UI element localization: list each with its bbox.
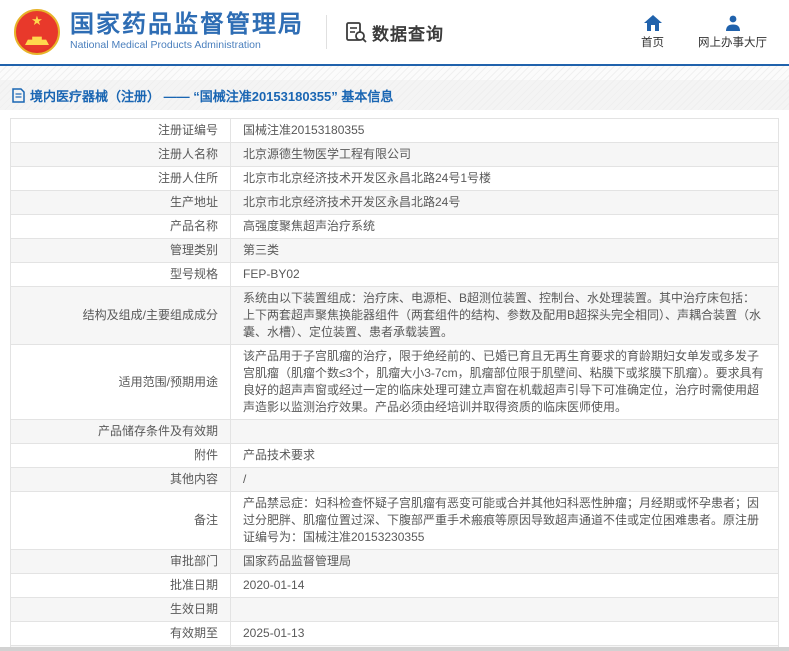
- emblem-gate-icon: [25, 33, 49, 45]
- table-row: 批准日期2020-01-14: [11, 574, 779, 598]
- header-right-nav: 首页 网上办事大厅: [641, 15, 775, 50]
- data-query-label: 数据查询: [372, 20, 444, 45]
- breadcrumb-text: 境内医疗器械（注册） —— “国械注准20153180355” 基本信息: [30, 86, 393, 105]
- online-hall-label: 网上办事大厅: [698, 34, 767, 50]
- field-label: 有效期至: [11, 622, 231, 646]
- header-divider: [326, 15, 327, 49]
- field-label: 适用范围/预期用途: [11, 345, 231, 420]
- field-value: 北京市北京经济技术开发区永昌北路24号: [231, 191, 779, 215]
- field-value: 国械注准20153180355: [231, 119, 779, 143]
- table-row: 备注产品禁忌症：妇科检查怀疑子宫肌瘤有恶变可能或合并其他妇科恶性肿瘤；月经期或怀…: [11, 492, 779, 550]
- breadcrumb: 境内医疗器械（注册） —— “国械注准20153180355” 基本信息: [0, 80, 789, 110]
- field-value: [231, 420, 779, 444]
- table-row: 生效日期: [11, 598, 779, 622]
- field-value: 国家药品监督管理局: [231, 550, 779, 574]
- field-label: 注册证编号: [11, 119, 231, 143]
- field-label: 注册人名称: [11, 143, 231, 167]
- data-query-nav[interactable]: 数据查询: [345, 20, 444, 45]
- field-label: 产品名称: [11, 215, 231, 239]
- org-name-zh: 国家药品监督管理局: [70, 12, 304, 38]
- table-row: 注册人住所北京市北京经济技术开发区永昌北路24号1号楼: [11, 167, 779, 191]
- field-value: 北京源德生物医学工程有限公司: [231, 143, 779, 167]
- table-row: 产品名称高强度聚焦超声治疗系统: [11, 215, 779, 239]
- data-query-icon: [345, 21, 367, 43]
- field-label: 产品储存条件及有效期: [11, 420, 231, 444]
- field-value: 产品技术要求: [231, 444, 779, 468]
- field-value: [231, 598, 779, 622]
- field-value: 北京市北京经济技术开发区永昌北路24号1号楼: [231, 167, 779, 191]
- field-label: 注册人住所: [11, 167, 231, 191]
- main-content: 注册证编号国械注准20153180355注册人名称北京源德生物医学工程有限公司注…: [0, 110, 789, 651]
- table-row: 附件产品技术要求: [11, 444, 779, 468]
- table-row: 管理类别第三类: [11, 239, 779, 263]
- table-row: 结构及组成/主要组成成分系统由以下装置组成：治疗床、电源柜、B超测位装置、控制台…: [11, 287, 779, 345]
- table-row: 生产地址北京市北京经济技术开发区永昌北路24号: [11, 191, 779, 215]
- field-label: 型号规格: [11, 263, 231, 287]
- online-hall-nav[interactable]: 网上办事大厅: [698, 15, 767, 50]
- org-title-block: 国家药品监督管理局 National Medical Products Admi…: [70, 12, 304, 52]
- field-value: 该产品用于子宫肌瘤的治疗，限于绝经前的、已婚已育且无再生育要求的育龄期妇女单发或…: [231, 345, 779, 420]
- field-label: 批准日期: [11, 574, 231, 598]
- home-nav[interactable]: 首页: [641, 15, 664, 50]
- table-row: 有效期至2025-01-13: [11, 622, 779, 646]
- field-value: 第三类: [231, 239, 779, 263]
- field-label: 生效日期: [11, 598, 231, 622]
- table-row: 适用范围/预期用途该产品用于子宫肌瘤的治疗，限于绝经前的、已婚已育且无再生育要求…: [11, 345, 779, 420]
- home-label: 首页: [641, 34, 664, 50]
- page-header: ★ 国家药品监督管理局 National Medical Products Ad…: [0, 0, 789, 66]
- table-row: 注册人名称北京源德生物医学工程有限公司: [11, 143, 779, 167]
- home-icon: [644, 15, 662, 31]
- field-label: 管理类别: [11, 239, 231, 263]
- table-row: 型号规格FEP-BY02: [11, 263, 779, 287]
- info-table-body: 注册证编号国械注准20153180355注册人名称北京源德生物医学工程有限公司注…: [11, 119, 779, 651]
- table-row: 其他内容/: [11, 468, 779, 492]
- registration-info-table: 注册证编号国械注准20153180355注册人名称北京源德生物医学工程有限公司注…: [10, 118, 779, 651]
- table-row: 注册证编号国械注准20153180355: [11, 119, 779, 143]
- footer-band: [0, 647, 789, 651]
- field-value: /: [231, 468, 779, 492]
- field-label: 生产地址: [11, 191, 231, 215]
- stripe-background: 境内医疗器械（注册） —— “国械注准20153180355” 基本信息: [0, 66, 789, 110]
- field-label: 结构及组成/主要组成成分: [11, 287, 231, 345]
- field-label: 备注: [11, 492, 231, 550]
- field-value: 产品禁忌症：妇科检查怀疑子宫肌瘤有恶变可能或合并其他妇科恶性肿瘤；月经期或怀孕患…: [231, 492, 779, 550]
- field-value: 系统由以下装置组成：治疗床、电源柜、B超测位装置、控制台、水处理装置。其中治疗床…: [231, 287, 779, 345]
- field-label: 附件: [11, 444, 231, 468]
- national-emblem-logo: ★: [14, 9, 60, 55]
- table-row: 产品储存条件及有效期: [11, 420, 779, 444]
- document-icon: [12, 88, 25, 103]
- field-value: 2020-01-14: [231, 574, 779, 598]
- org-name-en: National Medical Products Administration: [70, 38, 304, 52]
- table-row: 审批部门国家药品监督管理局: [11, 550, 779, 574]
- user-icon: [725, 15, 741, 31]
- emblem-star-icon: ★: [16, 14, 58, 27]
- field-label: 其他内容: [11, 468, 231, 492]
- field-value: 高强度聚焦超声治疗系统: [231, 215, 779, 239]
- field-value: FEP-BY02: [231, 263, 779, 287]
- field-label: 审批部门: [11, 550, 231, 574]
- field-value: 2025-01-13: [231, 622, 779, 646]
